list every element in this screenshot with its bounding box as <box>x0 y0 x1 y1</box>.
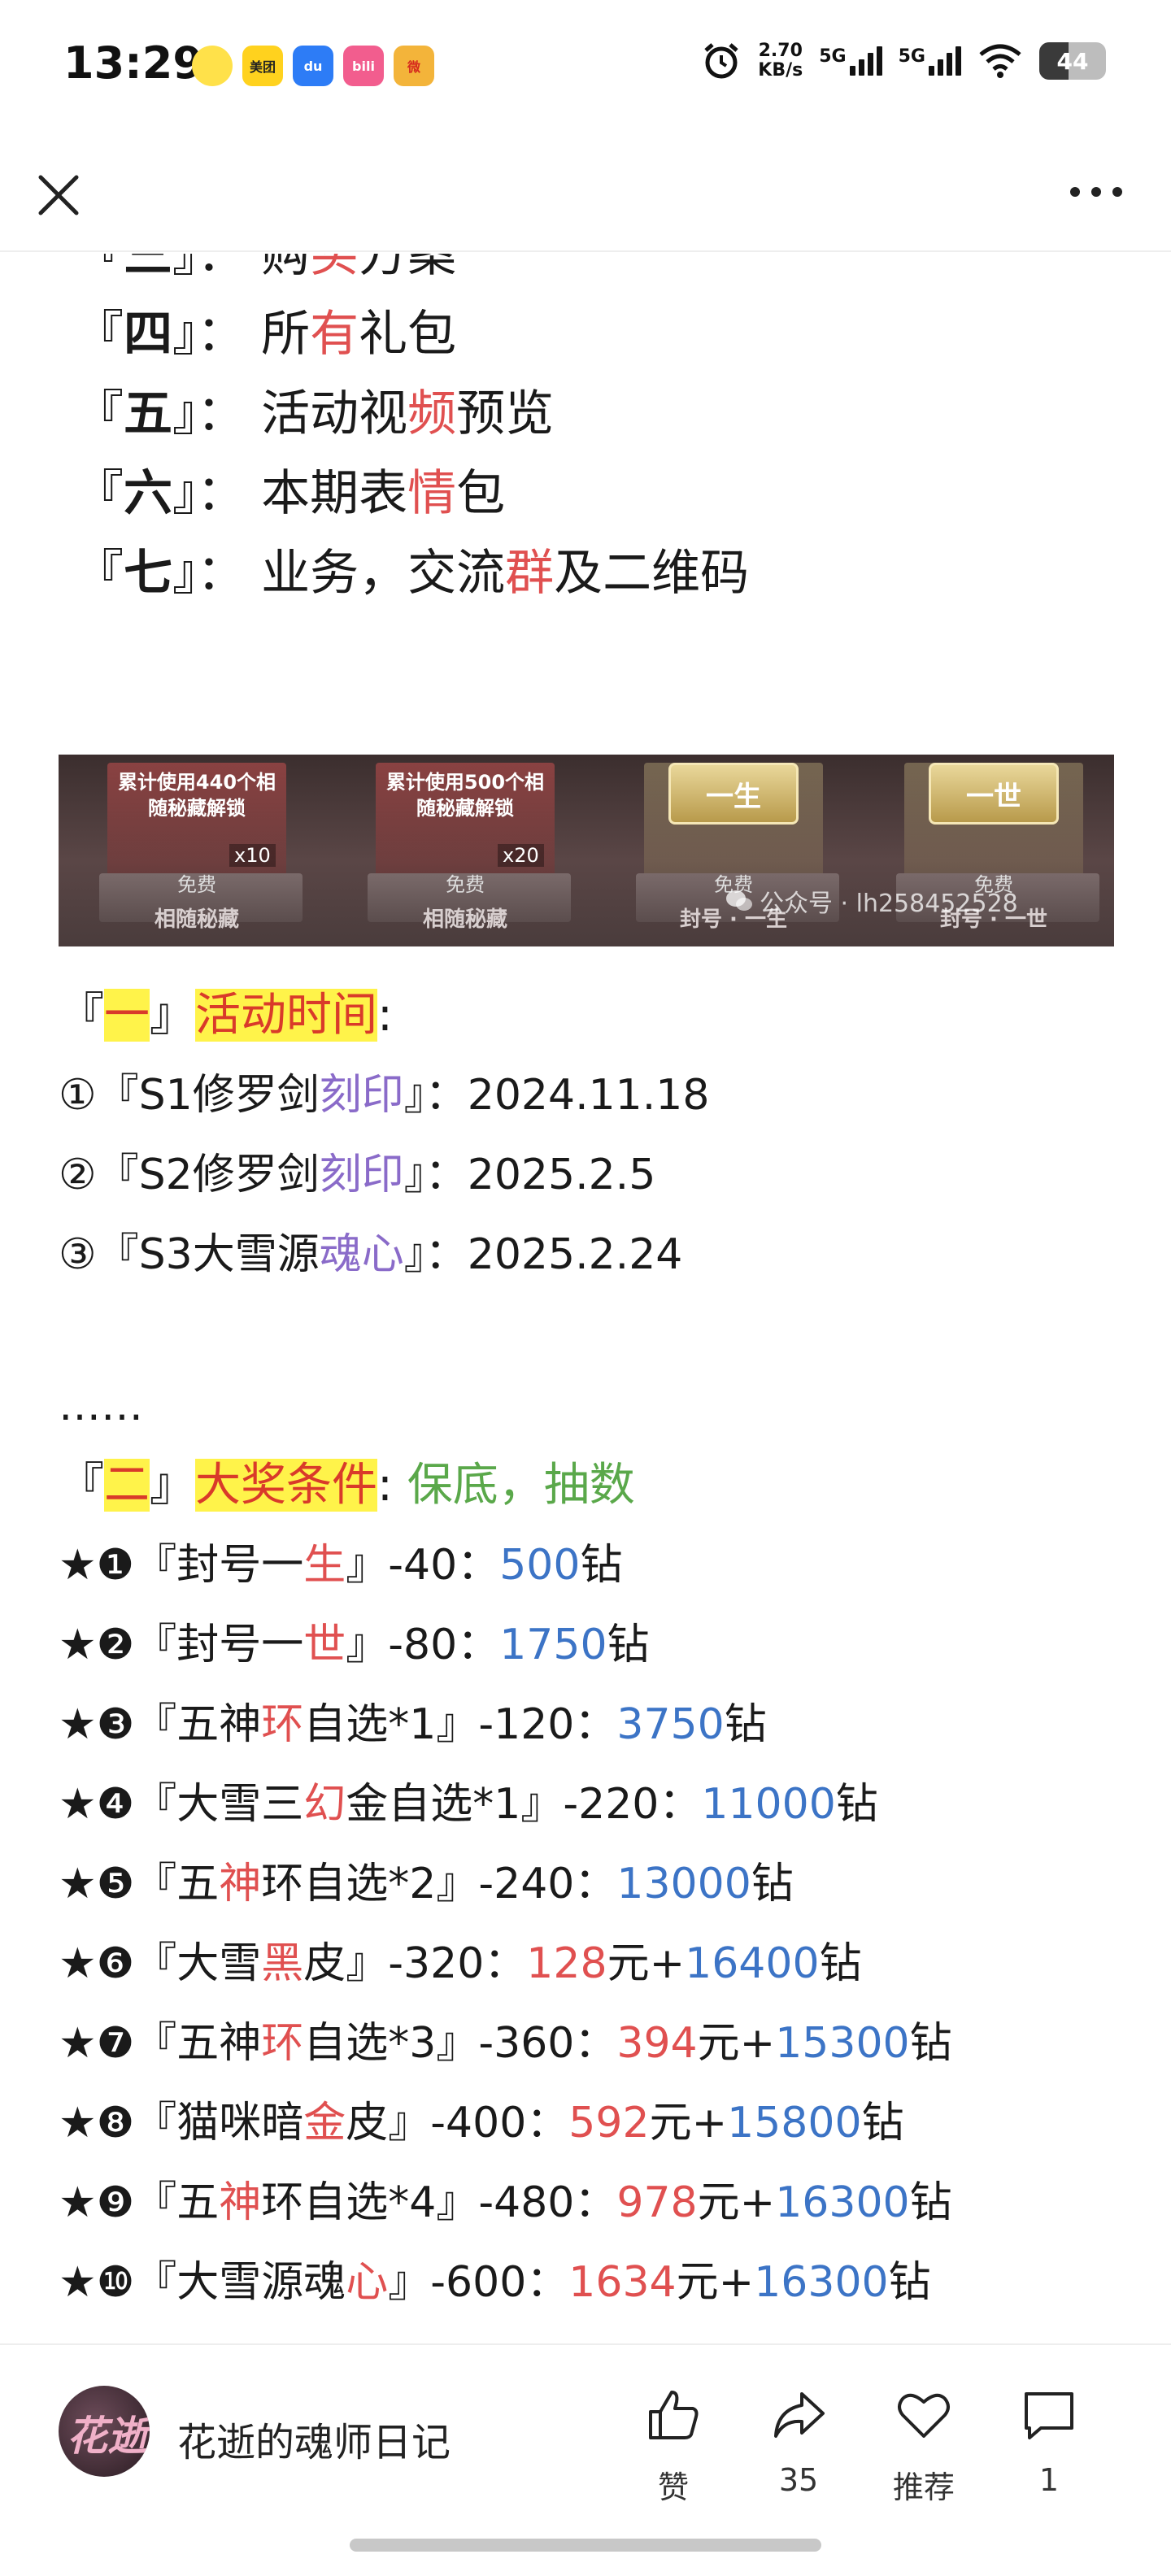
share-icon <box>774 2392 825 2438</box>
heart-icon <box>898 2393 950 2438</box>
qq-music-icon <box>192 46 233 86</box>
dewu-icon: du <box>293 46 333 86</box>
prize-item: ★❿『大雪源魂心』-600：1634元+16300钻 <box>59 2258 931 2307</box>
prize-item: ★❶『封号一生』-40：500钻 <box>59 1541 623 1590</box>
reward-box: 累计使用440个相随秘藏解锁 x10 免费 相随秘藏 <box>75 755 319 946</box>
thumbs-up-icon <box>649 2391 699 2439</box>
section-heading: 『一』活动时间: <box>59 989 393 1042</box>
notification-icons: 美团 du bili 微 <box>192 46 434 86</box>
article-content: 『三』： 购买方案 『四』： 所有礼包 『五』： 活动视频预览 『六』： 本期表… <box>0 254 1171 2343</box>
author-name[interactable]: 花逝的魂师日记 <box>177 2410 451 2467</box>
signal-5g-1: 5G <box>819 46 882 76</box>
signal-bars-icon <box>849 46 882 76</box>
like-button[interactable]: 赞 <box>625 2386 722 2507</box>
alarm-icon <box>704 43 738 79</box>
list-item: ②『S2修罗剑刻印』：2025.2.5 <box>59 1151 656 1199</box>
prize-item: ★❺『五神环自选*2』-240：13000钻 <box>59 1860 794 1908</box>
more-icon[interactable] <box>1070 187 1122 197</box>
battery-indicator: 44 <box>1039 42 1106 80</box>
list-item: ①『S1修罗剑刻印』：2024.11.18 <box>59 1071 710 1120</box>
status-bar: 13:29 美团 du bili 微 2.70 KB/s 5G 5G 44 <box>0 0 1171 122</box>
reward-banner-image[interactable]: 累计使用440个相随秘藏解锁 x10 免费 相随秘藏 累计使用500个相随秘藏解… <box>59 755 1114 946</box>
share-button[interactable]: 35 <box>750 2386 847 2498</box>
prize-item: ★❼『五神环自选*3』-360：394元+15300钻 <box>59 2019 952 2068</box>
prize-item: ★❷『封号一世』-80：1750钻 <box>59 1621 650 1669</box>
top-nav-bar <box>0 138 1171 252</box>
watermark: 公众号 · lh258452528 <box>725 883 1018 919</box>
prize-item: ★❽『猫咪暗金皮』-400：592元+15800钻 <box>59 2099 904 2147</box>
toc-item: 『六』： 本期表情包 <box>75 465 506 522</box>
wechat-icon <box>726 890 752 911</box>
reward-box: 累计使用500个相随秘藏解锁 x20 免费 相随秘藏 <box>343 755 587 946</box>
prize-item: ★❹『大雪三幻金自选*1』-220：11000钻 <box>59 1780 878 1829</box>
recommend-button[interactable]: 推荐 <box>875 2386 973 2507</box>
prize-item: ★❸『五神环自选*1』-120：3750钻 <box>59 1700 767 1749</box>
toc-item: 『七』： 业务，交流群及二维码 <box>75 545 750 602</box>
wifi-icon <box>979 44 1021 78</box>
status-right: 2.70 KB/s 5G 5G 44 <box>701 41 1106 81</box>
prize-item: ★❻『大雪黑皮』-320：128元+16400钻 <box>59 1939 862 1988</box>
weibo-icon: 微 <box>394 46 434 86</box>
ellipsis-text: …… <box>59 1382 143 1430</box>
bilibili-icon: bili <box>343 46 384 86</box>
comment-button[interactable]: 1 <box>1000 2386 1098 2498</box>
status-time: 13:29 <box>63 37 203 89</box>
toc-item: 『三』： 购买方案 <box>75 254 457 283</box>
home-indicator[interactable] <box>350 2539 821 2552</box>
signal-bars-icon <box>929 46 961 76</box>
meituan-icon: 美团 <box>242 46 283 86</box>
avatar[interactable]: 花逝 <box>59 2386 150 2477</box>
signal-5g-2: 5G <box>899 46 961 76</box>
prize-item: ★❾『五神环自选*4』-480：978元+16300钻 <box>59 2178 952 2227</box>
list-item: ③『S3大雪源魂心』：2025.2.24 <box>59 1230 683 1279</box>
network-speed: 2.70 KB/s <box>758 41 803 80</box>
section-heading: 『二』大奖条件: 保底，抽数 <box>59 1459 635 1512</box>
comment-icon <box>1025 2392 1073 2439</box>
toc-item: 『四』： 所有礼包 <box>75 306 457 363</box>
toc-item: 『五』： 活动视频预览 <box>75 385 555 442</box>
close-icon[interactable] <box>33 169 85 221</box>
table-of-contents: 『三』： 购买方案 『四』： 所有礼包 『五』： 活动视频预览 『六』： 本期表… <box>75 254 749 613</box>
